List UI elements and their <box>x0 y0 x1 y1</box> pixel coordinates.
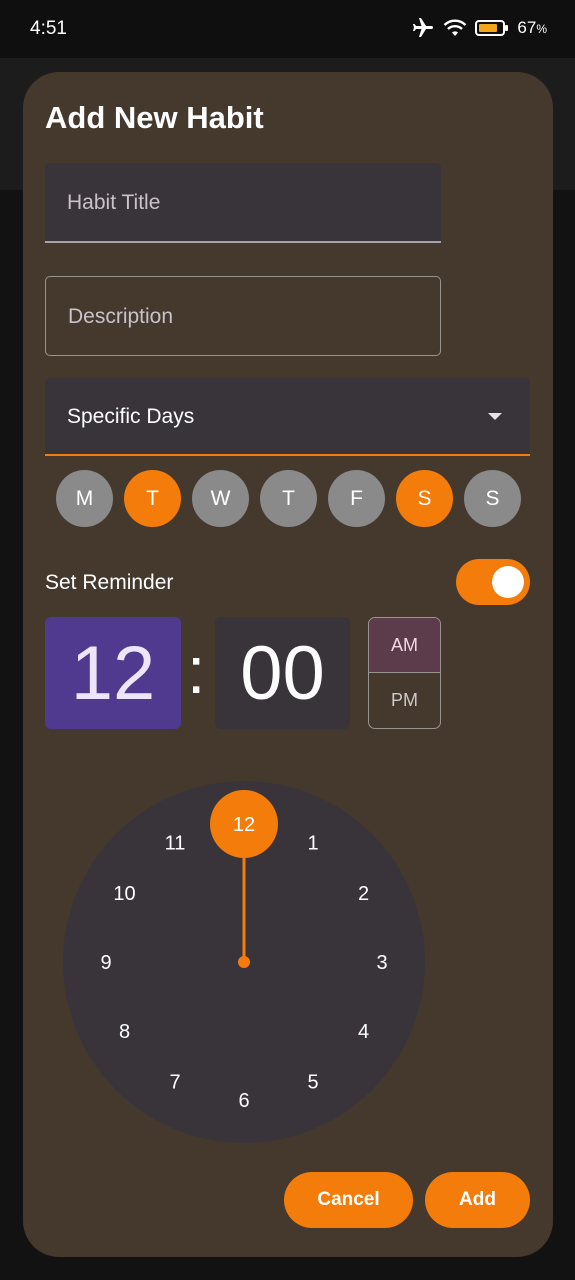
time-separator: : <box>187 633 206 707</box>
dialog-title: Add New Habit <box>45 100 264 135</box>
hour-field[interactable]: 12 <box>45 617 181 729</box>
day-friday[interactable]: F <box>328 470 385 527</box>
pm-button[interactable]: PM <box>369 673 440 728</box>
clock-center <box>238 956 250 968</box>
am-pm-selector: AM PM <box>368 617 441 729</box>
dial-number-4[interactable]: 4 <box>358 1021 369 1043</box>
battery-percent: 67% <box>517 18 547 37</box>
description-input[interactable]: Description <box>45 276 441 356</box>
day-tuesday[interactable]: T <box>124 470 181 527</box>
dial-number-3[interactable]: 3 <box>376 952 387 974</box>
frequency-dropdown[interactable]: Specific Days <box>45 378 530 456</box>
minute-field[interactable]: 00 <box>215 617 350 729</box>
status-bar: 4:51 67% <box>0 0 575 58</box>
am-button[interactable]: AM <box>369 618 440 673</box>
add-habit-dialog: Add New Habit Habit Title Description Sp… <box>23 72 553 1257</box>
wifi-icon <box>444 19 467 36</box>
dial-number-5[interactable]: 5 <box>307 1072 318 1094</box>
dial-number-6[interactable]: 6 <box>238 1090 249 1112</box>
habit-title-input[interactable]: Habit Title <box>45 163 441 243</box>
cancel-button[interactable]: Cancel <box>284 1172 413 1228</box>
day-monday[interactable]: M <box>56 470 113 527</box>
dial-number-7[interactable]: 7 <box>169 1072 180 1094</box>
clock-dial[interactable]: 121234567891011 <box>63 781 425 1143</box>
day-sunday[interactable]: S <box>464 470 521 527</box>
dial-number-11[interactable]: 11 <box>165 833 186 855</box>
dial-number-9[interactable]: 9 <box>100 952 111 974</box>
dial-number-1[interactable]: 1 <box>307 833 318 855</box>
frequency-value: Specific Days <box>67 405 195 428</box>
dial-number-10[interactable]: 10 <box>113 883 135 905</box>
dial-number-12[interactable]: 12 <box>233 814 255 836</box>
description-placeholder: Description <box>68 305 174 328</box>
status-time: 4:51 <box>30 18 67 39</box>
reminder-toggle[interactable] <box>456 559 530 605</box>
reminder-label: Set Reminder <box>45 571 174 594</box>
dial-number-2[interactable]: 2 <box>358 883 369 905</box>
battery-icon <box>475 20 509 36</box>
habit-title-placeholder: Habit Title <box>67 191 161 214</box>
toggle-knob <box>492 566 524 598</box>
status-icons: 67% <box>411 16 547 40</box>
day-saturday[interactable]: S <box>396 470 453 527</box>
day-thursday[interactable]: T <box>260 470 317 527</box>
airplane-icon <box>413 18 434 37</box>
dropdown-arrow-icon <box>488 413 502 420</box>
day-wednesday[interactable]: W <box>192 470 249 527</box>
add-button[interactable]: Add <box>425 1172 530 1228</box>
dial-number-8[interactable]: 8 <box>119 1021 130 1043</box>
day-selector: M T W T F S S <box>56 470 521 527</box>
